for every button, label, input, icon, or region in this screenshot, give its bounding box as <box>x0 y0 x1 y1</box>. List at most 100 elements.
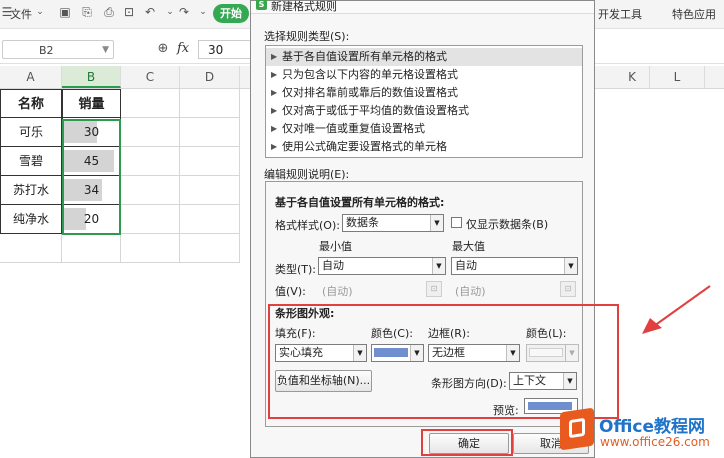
dialog-titlebar[interactable]: S 新建格式规则 <box>251 0 594 14</box>
cell-d3[interactable] <box>180 147 240 176</box>
data-bar <box>63 208 86 230</box>
fill-color-picker[interactable]: ▼ <box>371 344 424 362</box>
redo-icon[interactable]: ↷ <box>177 5 191 19</box>
cell-a1[interactable]: 名称 <box>0 89 62 118</box>
cell-a5[interactable]: 纯净水 <box>0 205 62 234</box>
row-name: 苏打水 <box>12 183 49 197</box>
range-picker-icon[interactable]: ⊡ <box>426 281 442 297</box>
column-header-a[interactable]: A <box>0 66 62 88</box>
cell-d1[interactable] <box>180 89 240 118</box>
cell-d4[interactable] <box>180 176 240 205</box>
rule-description-panel: 基于各自值设置所有单元格的格式: 格式样式(O): 数据条 ▼ 仅显示数据条(B… <box>265 181 583 427</box>
header-sales: 销量 <box>78 97 105 112</box>
fx-icon[interactable]: fx <box>177 41 189 56</box>
chevron-down-icon: ▼ <box>564 258 577 274</box>
triangle-right-icon: ▶ <box>271 88 278 97</box>
min-value-input[interactable]: (自动) <box>322 283 353 299</box>
preview-icon[interactable]: ⊡ <box>122 5 136 19</box>
rule-type-list[interactable]: ▶ 基于各自值设置所有单元格的格式 ▶ 只为包含以下内容的单元格设置格式 ▶ 仅对排名… <box>265 45 583 158</box>
row-sales: 45 <box>83 154 100 168</box>
zoom-icon[interactable]: ⊕ <box>156 42 170 56</box>
wps-logo-icon: S <box>256 0 267 10</box>
chevron-down-icon[interactable]: ⌄ <box>163 5 177 19</box>
cell-c4[interactable] <box>121 176 180 205</box>
header-name: 名称 <box>17 97 44 112</box>
chevron-down-icon[interactable]: ⌄ <box>196 5 210 19</box>
rule-type-label: 选择规则类型(S): <box>264 30 350 43</box>
undo-icon[interactable]: ↶ <box>143 5 157 19</box>
bar-direction-select[interactable]: 上下文 ▼ <box>509 372 577 390</box>
cell-b2[interactable]: 30 <box>62 118 121 147</box>
chevron-down-icon[interactable]: ▼ <box>102 41 109 60</box>
row-name: 纯净水 <box>12 212 49 226</box>
border-select[interactable]: 无边框 ▼ <box>428 344 520 362</box>
rule-type-item[interactable]: ▶ 仅对排名靠前或靠后的数值设置格式 <box>266 84 582 102</box>
column-header-c[interactable]: C <box>121 66 180 88</box>
cell-b3[interactable]: 45 <box>62 147 121 176</box>
cell-c6[interactable] <box>121 234 180 263</box>
watermark-url: www.office26.com <box>600 435 710 449</box>
cell-b4[interactable]: 34 <box>62 176 121 205</box>
cell-a2[interactable]: 可乐 <box>0 118 62 147</box>
new-format-rule-dialog: S 新建格式规则 选择规则类型(S): ▶ 基于各自值设置所有单元格的格式 ▶ 只为… <box>250 0 595 458</box>
tab-start[interactable]: 开始 <box>213 4 249 23</box>
column-header-l[interactable]: L <box>650 66 705 88</box>
tab-dev-tools[interactable]: 开发工具 <box>598 6 642 22</box>
cell-c5[interactable] <box>121 205 180 234</box>
row-sales: 30 <box>83 125 100 139</box>
rule-type-item[interactable]: ▶ 仅对高于或低于平均值的数值设置格式 <box>266 102 582 120</box>
cell-d5[interactable] <box>180 205 240 234</box>
office-logo-icon <box>560 407 594 451</box>
chevron-down-icon: ▼ <box>353 345 366 361</box>
print-icon[interactable]: ⎙ <box>102 5 116 19</box>
triangle-right-icon: ▶ <box>271 70 278 79</box>
max-type-select[interactable]: 自动 ▼ <box>451 257 578 275</box>
cell-b5[interactable]: 20 <box>62 205 121 234</box>
show-bar-only-checkbox[interactable] <box>451 217 462 228</box>
formula-input[interactable]: 30 <box>198 40 258 59</box>
export-icon[interactable]: ⎘ <box>80 5 94 19</box>
fill-select[interactable]: 实心填充 ▼ <box>275 344 367 362</box>
cell-d6[interactable] <box>180 234 240 263</box>
cell-b1[interactable]: 销量 <box>62 89 121 118</box>
row-name: 可乐 <box>18 125 43 139</box>
column-header-k[interactable]: K <box>595 66 650 88</box>
dialog-title: 新建格式规则 <box>271 0 337 13</box>
triangle-right-icon: ▶ <box>271 106 278 115</box>
cell-a6[interactable] <box>0 234 62 263</box>
range-picker-icon[interactable]: ⊡ <box>560 281 576 297</box>
color2-label: 颜色(L): <box>526 327 567 340</box>
min-type-select[interactable]: 自动 ▼ <box>318 257 446 275</box>
name-box[interactable]: B2 ▼ <box>2 40 114 59</box>
rule-type-item[interactable]: ▶ 基于各自值设置所有单元格的格式 <box>266 48 582 66</box>
file-menu[interactable]: 文件 <box>10 6 32 22</box>
max-label: 最大值 <box>452 240 485 253</box>
cell-a3[interactable]: 雪碧 <box>0 147 62 176</box>
cell-b6[interactable] <box>62 234 121 263</box>
tab-special-app[interactable]: 特色应用 <box>672 6 716 22</box>
border-label: 边框(R): <box>428 327 470 340</box>
cell-c2[interactable] <box>121 118 180 147</box>
rule-type-item[interactable]: ▶ 使用公式确定要设置格式的单元格 <box>266 138 582 156</box>
chevron-down-icon: ▼ <box>565 345 578 361</box>
max-value-input[interactable]: (自动) <box>455 283 486 299</box>
border-color-picker[interactable]: ▼ <box>526 344 579 362</box>
rule-type-item[interactable]: ▶ 只为包含以下内容的单元格设置格式 <box>266 66 582 84</box>
save-icon[interactable]: ▣ <box>58 5 72 19</box>
desc-heading: 基于各自值设置所有单元格的格式: <box>275 196 445 209</box>
ok-button[interactable]: 确定 <box>429 433 509 454</box>
edit-desc-label: 编辑规则说明(E): <box>264 168 350 181</box>
column-header-d[interactable]: D <box>180 66 240 88</box>
column-header-b[interactable]: B <box>62 66 121 88</box>
name-box-value: B2 <box>39 44 54 57</box>
rule-type-item[interactable]: ▶ 仅对唯一值或重复值设置格式 <box>266 120 582 138</box>
cell-c1[interactable] <box>121 89 180 118</box>
cell-d2[interactable] <box>180 118 240 147</box>
preview-label: 预览: <box>493 404 519 417</box>
cell-a4[interactable]: 苏打水 <box>0 176 62 205</box>
negative-axis-button[interactable]: 负值和坐标轴(N)... <box>275 370 372 392</box>
chevron-down-icon: ▼ <box>506 345 519 361</box>
chevron-down-icon[interactable]: ⌄ <box>33 5 47 19</box>
format-style-select[interactable]: 数据条 ▼ <box>342 214 444 232</box>
cell-c3[interactable] <box>121 147 180 176</box>
